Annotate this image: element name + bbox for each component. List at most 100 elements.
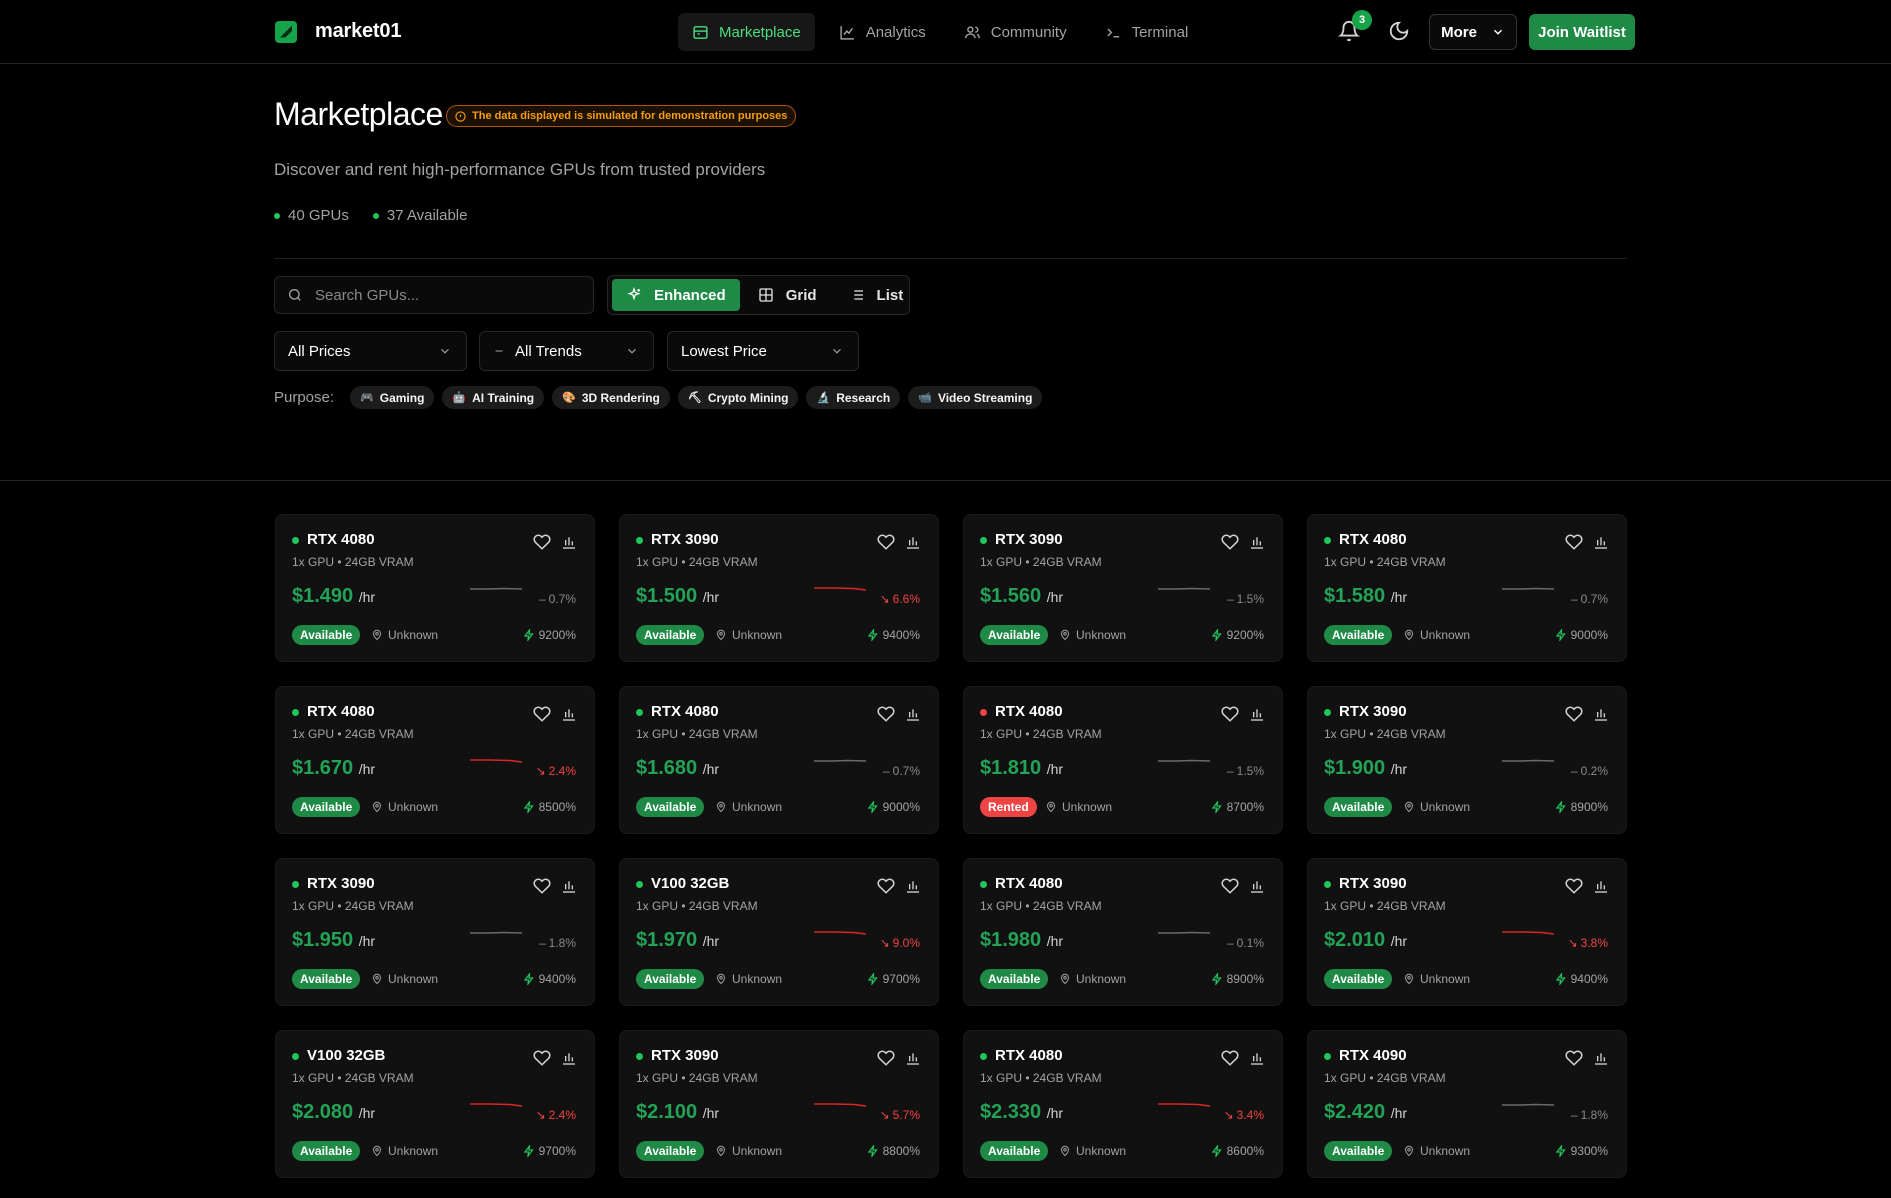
- heart-icon[interactable]: [1565, 877, 1583, 895]
- gpu-card[interactable]: RTX 3090 1x GPU • 24GB VRAM $1.950 /hr –1.8…: [275, 858, 595, 1006]
- brand[interactable]: market01: [275, 20, 401, 43]
- heart-icon[interactable]: [1565, 1049, 1583, 1067]
- bar-chart-icon[interactable]: [561, 1050, 577, 1066]
- heart-icon[interactable]: [533, 877, 551, 895]
- bar-chart-icon[interactable]: [561, 534, 577, 550]
- bar-chart-icon[interactable]: [905, 706, 921, 722]
- gpu-spec: 1x GPU • 24GB VRAM: [1324, 1071, 1446, 1085]
- join-waitlist-button[interactable]: Join Waitlist: [1529, 14, 1635, 50]
- gpu-card[interactable]: RTX 3090 1x GPU • 24GB VRAM $1.900 /hr –0.2…: [1307, 686, 1627, 834]
- view-enhanced[interactable]: Enhanced: [612, 279, 740, 311]
- gpu-card[interactable]: RTX 4080 1x GPU • 24GB VRAM $1.680 /hr –0.7…: [619, 686, 939, 834]
- info-icon: [455, 110, 466, 122]
- gpu-location: Unknown: [371, 628, 438, 642]
- heart-icon[interactable]: [877, 1049, 895, 1067]
- trend-filter-select[interactable]: All Trends: [479, 331, 654, 371]
- price-sparkline: [1158, 1103, 1210, 1107]
- bar-chart-icon[interactable]: [905, 878, 921, 894]
- heart-icon[interactable]: [1565, 533, 1583, 551]
- search-input[interactable]: [315, 286, 575, 304]
- nav-terminal[interactable]: Terminal: [1091, 13, 1203, 51]
- price-unit: /hr: [702, 933, 720, 949]
- heart-icon[interactable]: [533, 705, 551, 723]
- heart-icon[interactable]: [1221, 705, 1239, 723]
- gpu-card[interactable]: RTX 3090 1x GPU • 24GB VRAM $2.010 /hr ↘ 3.8…: [1307, 858, 1627, 1006]
- view-grid[interactable]: Grid: [744, 279, 831, 311]
- heart-icon[interactable]: [533, 533, 551, 551]
- heart-icon[interactable]: [533, 1049, 551, 1067]
- bar-chart-icon[interactable]: [1249, 1050, 1265, 1066]
- gpu-card[interactable]: RTX 4080 1x GPU • 24GB VRAM $1.670 /hr ↘ 2.4…: [275, 686, 595, 834]
- heart-icon[interactable]: [1565, 705, 1583, 723]
- status-badge: Available: [980, 969, 1049, 989]
- gpu-card[interactable]: RTX 3090 1x GPU • 24GB VRAM $1.560 /hr –1.5…: [963, 514, 1283, 662]
- view-label: List: [876, 286, 904, 304]
- bar-chart-icon[interactable]: [905, 534, 921, 550]
- view-list[interactable]: List: [835, 279, 918, 311]
- heart-icon[interactable]: [877, 877, 895, 895]
- gpu-score: 9400%: [1555, 972, 1608, 986]
- bar-chart-icon[interactable]: [561, 878, 577, 894]
- heart-icon[interactable]: [1221, 877, 1239, 895]
- notification-badge: 3: [1352, 10, 1372, 30]
- sort-select[interactable]: Lowest Price: [667, 331, 859, 371]
- trend-value: 9.0%: [892, 936, 920, 950]
- gpu-card[interactable]: RTX 3090 1x GPU • 24GB VRAM $1.500 /hr ↘ 6.6…: [619, 514, 939, 662]
- more-button[interactable]: More: [1429, 14, 1517, 50]
- price-filter-select[interactable]: All Prices: [274, 331, 467, 371]
- status-dot: [292, 881, 299, 888]
- score-value: 8500%: [538, 800, 576, 814]
- moon-icon[interactable]: [1388, 20, 1410, 42]
- bar-chart-icon[interactable]: [1593, 706, 1609, 722]
- heart-icon[interactable]: [1221, 533, 1239, 551]
- zap-icon: [1211, 629, 1222, 641]
- search-box[interactable]: [274, 276, 594, 314]
- gpu-card[interactable]: RTX 4080 1x GPU • 24GB VRAM $1.580 /hr –0.7…: [1307, 514, 1627, 662]
- chip-ai-training[interactable]: 🤖 AI Training: [442, 386, 545, 409]
- heart-icon[interactable]: [877, 705, 895, 723]
- stat-text: 37 Available: [386, 207, 468, 224]
- gpu-card[interactable]: RTX 4090 1x GPU • 24GB VRAM $2.420 /hr –1.8…: [1307, 1030, 1627, 1178]
- status-dot: [292, 709, 299, 716]
- gpu-card[interactable]: RTX 4080 1x GPU • 24GB VRAM $1.810 /hr –1.5…: [963, 686, 1283, 834]
- gpu-card[interactable]: RTX 4080 1x GPU • 24GB VRAM $2.330 /hr ↘ 3.4…: [963, 1030, 1283, 1178]
- chip-crypto-mining[interactable]: ⛏ Crypto Mining: [677, 386, 799, 409]
- heart-icon[interactable]: [1221, 1049, 1239, 1067]
- gpu-price: $1.980 /hr: [980, 929, 1063, 952]
- bar-chart-icon[interactable]: [905, 1050, 921, 1066]
- chip-gaming[interactable]: 🎮 Gaming: [350, 386, 435, 409]
- nav-community[interactable]: Community: [950, 13, 1081, 51]
- price-trend: ↘ 3.4%: [1224, 1108, 1264, 1122]
- zap-icon: [867, 1145, 878, 1157]
- gpu-card[interactable]: V100 32GB 1x GPU • 24GB VRAM $2.080 /hr ↘ 2.…: [275, 1030, 595, 1178]
- trend-flat-icon: –: [1226, 592, 1234, 606]
- status-dot: [636, 537, 643, 544]
- nav-label: Analytics: [865, 23, 926, 41]
- sparkles-icon: [627, 287, 641, 301]
- heart-icon[interactable]: [877, 533, 895, 551]
- nav-analytics[interactable]: Analytics: [825, 13, 940, 51]
- nav-marketplace[interactable]: Marketplace: [678, 13, 815, 51]
- bar-chart-icon[interactable]: [1249, 534, 1265, 550]
- chip-video-streaming[interactable]: 📹 Video Streaming: [908, 386, 1043, 409]
- map-pin-icon: [1404, 973, 1414, 985]
- gpu-card[interactable]: RTX 4080 1x GPU • 24GB VRAM $1.980 /hr –0.1…: [963, 858, 1283, 1006]
- bar-chart-icon[interactable]: [1249, 706, 1265, 722]
- bar-chart-icon[interactable]: [1593, 878, 1609, 894]
- list-icon: [850, 290, 863, 300]
- gpu-card[interactable]: V100 32GB 1x GPU • 24GB VRAM $1.970 /hr ↘ 9.…: [619, 858, 939, 1006]
- chip-3d-rendering[interactable]: 🎨 3D Rendering: [552, 386, 670, 409]
- bar-chart-icon[interactable]: [1249, 878, 1265, 894]
- gpu-spec: 1x GPU • 24GB VRAM: [1324, 555, 1446, 569]
- bar-chart-icon[interactable]: [1593, 534, 1609, 550]
- chip-research[interactable]: 🔬 Research: [806, 386, 901, 409]
- gpu-card[interactable]: RTX 3090 1x GPU • 24GB VRAM $2.100 /hr ↘ 5.7…: [619, 1030, 939, 1178]
- pickaxe-icon: ⛏: [687, 392, 702, 404]
- status-badge: Available: [1324, 797, 1393, 817]
- bar-chart-icon[interactable]: [561, 706, 577, 722]
- gpu-card[interactable]: RTX 4080 1x GPU • 24GB VRAM $1.490 /hr –0.7…: [275, 514, 595, 662]
- status-badge: Available: [636, 797, 705, 817]
- bar-chart-icon[interactable]: [1593, 1050, 1609, 1066]
- status-badge: Available: [292, 797, 361, 817]
- zap-icon: [523, 801, 534, 813]
